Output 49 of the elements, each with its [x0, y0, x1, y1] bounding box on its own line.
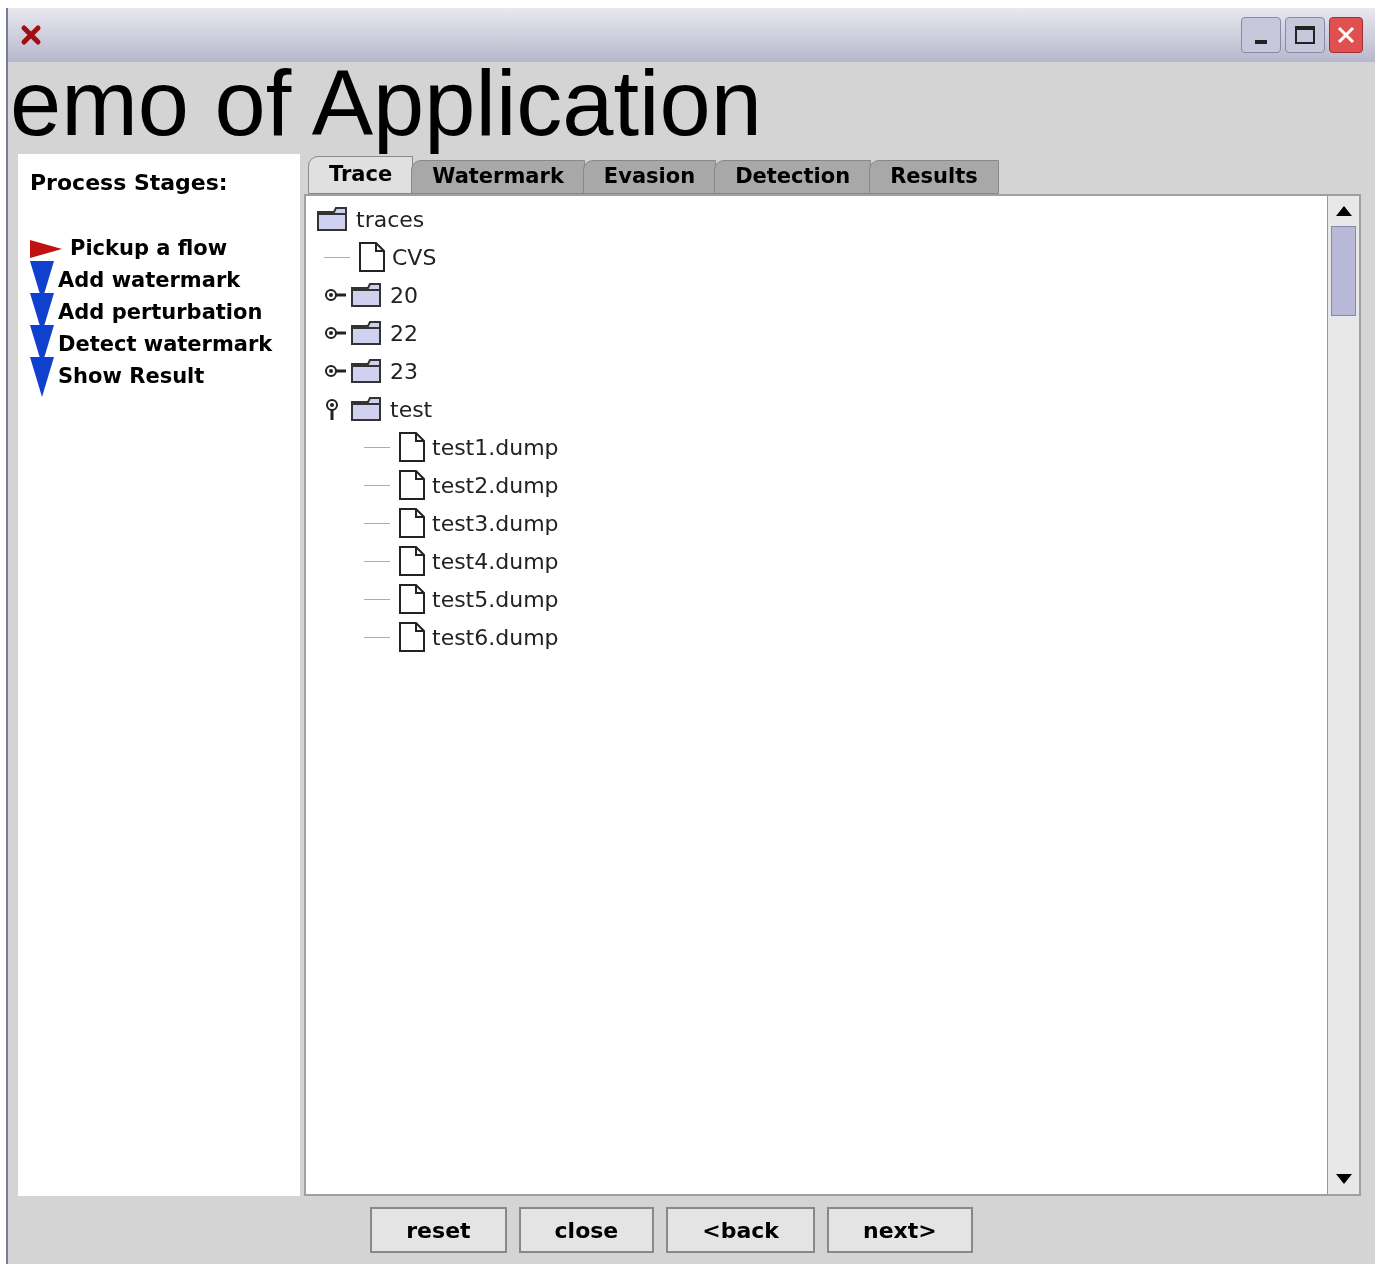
folder-icon [350, 396, 384, 422]
folder-icon [350, 358, 384, 384]
stage-label: Show Result [58, 363, 205, 391]
stages-heading: Process Stages: [30, 169, 228, 197]
minimize-button[interactable] [1241, 17, 1281, 53]
tree-item[interactable]: 23 [390, 354, 418, 388]
folder-icon [316, 206, 350, 232]
folder-icon [350, 282, 384, 308]
stage-label: Pickup a flow [70, 235, 228, 263]
file-icon [398, 507, 426, 539]
tab[interactable]: Detection [714, 160, 872, 194]
scroll-thumb[interactable] [1331, 226, 1356, 316]
file-icon [398, 431, 426, 463]
tree-item[interactable]: CVS [392, 240, 437, 274]
dialog-button[interactable]: next> [827, 1207, 973, 1253]
file-icon [398, 621, 426, 653]
maximize-button[interactable] [1285, 17, 1325, 53]
folder-icon [350, 320, 384, 346]
tree-item[interactable]: test6.dump [432, 620, 559, 654]
scroll-up-icon[interactable] [1335, 206, 1352, 216]
app-icon [20, 24, 42, 46]
stage-label: Detect watermark [58, 331, 273, 359]
tab[interactable]: Watermark [411, 160, 585, 194]
stage-label: Add perturbation [58, 299, 263, 327]
dialog-button[interactable]: reset [370, 1207, 507, 1253]
file-icon [398, 545, 426, 577]
scrollbar[interactable] [1327, 196, 1359, 1194]
file-icon [358, 241, 386, 273]
tree-item[interactable]: 22 [390, 316, 418, 350]
tree-item[interactable]: test1.dump [432, 430, 559, 464]
file-icon [398, 469, 426, 501]
tree-item[interactable]: 20 [390, 278, 418, 312]
file-icon [398, 583, 426, 615]
dialog-button[interactable]: <back [666, 1207, 815, 1253]
tab[interactable]: Results [869, 160, 999, 194]
tree-item[interactable]: test5.dump [432, 582, 559, 616]
tree-item[interactable]: test4.dump [432, 544, 559, 578]
tree-item[interactable]: traces [356, 202, 425, 236]
overlay-title: emo of Application [10, 51, 762, 156]
dialog-button[interactable]: close [518, 1207, 655, 1253]
tree-item[interactable]: test2.dump [432, 468, 559, 502]
tab[interactable]: Trace [308, 156, 414, 194]
tree-item[interactable]: test [390, 392, 433, 426]
stage-label: Add watermark [58, 267, 241, 295]
close-button[interactable] [1329, 17, 1363, 53]
tree-item[interactable]: test3.dump [432, 506, 559, 540]
scroll-down-icon[interactable] [1335, 1174, 1352, 1184]
tab[interactable]: Evasion [582, 160, 717, 194]
close-icon [1336, 25, 1356, 45]
